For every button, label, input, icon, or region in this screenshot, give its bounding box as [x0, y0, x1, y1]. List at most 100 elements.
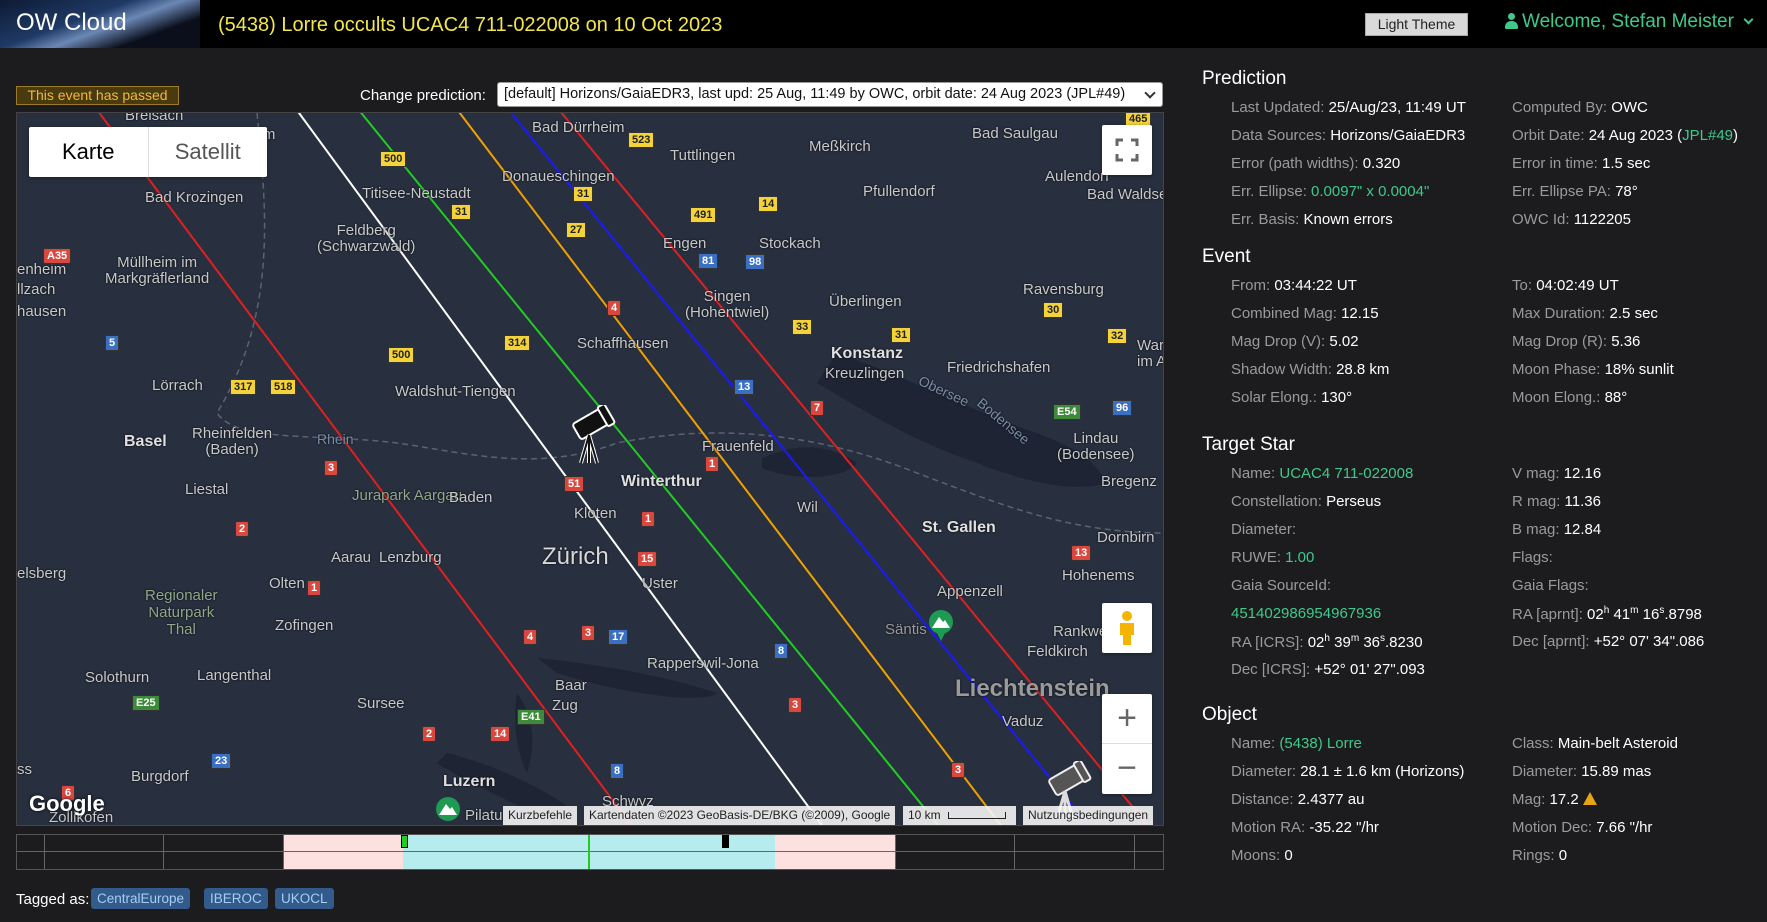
road-shield: 3: [951, 762, 966, 778]
street-view-pegman-button[interactable]: [1102, 603, 1152, 653]
moon-phase: Moon Phase: 18% sunlit: [1512, 361, 1674, 378]
error-ellipse: Err. Ellipse: 0.0097" x 0.0004": [1231, 183, 1430, 200]
user-menu[interactable]: Welcome, Stefan Meister: [1505, 11, 1754, 33]
warning-icon[interactable]: [1582, 792, 1597, 805]
timeline-axis: [17, 851, 1163, 852]
map-place: Waldshut-Tiengen: [395, 383, 516, 400]
jpl-link[interactable]: JPL#49: [1682, 127, 1733, 144]
occultation-map[interactable]: Breisach g im Bad Dürrheim Tuttlingen Me…: [16, 112, 1164, 826]
object-section-title: Object: [1202, 704, 1257, 725]
ra-apparent: RA [aprnt]: 02h 41m 16s.8798: [1512, 605, 1702, 623]
gaia-source-id-link[interactable]: 451402986954967936: [1231, 605, 1381, 622]
road-shield: 14: [490, 726, 511, 742]
prediction-section-title: Prediction: [1202, 68, 1287, 89]
star-name-link[interactable]: UCAC4 711-022008: [1279, 465, 1413, 482]
road-shield: 30: [1043, 302, 1064, 318]
event-timeline[interactable]: [16, 834, 1164, 870]
object-moons: Moons: 0: [1231, 847, 1293, 864]
light-theme-button[interactable]: Light Theme: [1365, 13, 1468, 36]
zoom-out-button[interactable]: −: [1102, 744, 1152, 794]
error-ellipse-link[interactable]: 0.0097" x 0.0004": [1311, 183, 1429, 200]
terms-of-use-link[interactable]: Nutzungsbedingungen: [1023, 806, 1154, 825]
telescope-icon[interactable]: [565, 405, 617, 465]
gaia-source-id-label: Gaia SourceId:: [1231, 577, 1332, 594]
timeline-error-zone: [283, 835, 403, 869]
timeline-divider: [283, 835, 284, 869]
road-shield: E41: [517, 709, 545, 725]
timeline-marker-green[interactable]: [401, 835, 408, 848]
road-shield: 3: [788, 697, 803, 713]
map-data-attribution[interactable]: Kartendaten ©2023 GeoBasis-DE/BKG (©2009…: [584, 806, 896, 825]
road-shield: 31: [891, 327, 912, 343]
road-shield: E54: [1053, 404, 1081, 420]
moon-elongation: Moon Elong.: 88°: [1512, 389, 1628, 406]
prediction-select[interactable]: [default] Horizons/GaiaEDR3, last upd: 2…: [497, 82, 1163, 107]
map-place: Pfullendorf: [863, 183, 935, 200]
tag-iberoc[interactable]: IBEROC: [204, 888, 268, 909]
pegman-icon: [1120, 611, 1134, 645]
star-v-mag: V mag: 12.16: [1512, 465, 1602, 482]
map-place: Engen: [663, 235, 707, 252]
road-shield: 51: [564, 476, 585, 492]
map-place: Langenthal: [197, 667, 272, 684]
map-place: Appenzell: [937, 583, 1003, 600]
change-prediction-label: Change prediction:: [360, 87, 486, 104]
tag-centraleurope[interactable]: CentralEurope: [91, 888, 191, 909]
map-place: Feldberg (Schwarzwald): [317, 222, 416, 255]
app-logo[interactable]: OW Cloud: [0, 0, 200, 48]
error-in-time: Error in time: 1.5 sec: [1512, 155, 1651, 172]
map-place: Lörrach: [152, 377, 203, 394]
map-place: Bregenz: [1101, 473, 1157, 490]
prediction-select-value: [default] Horizons/GaiaEDR3, last upd: 2…: [504, 86, 1126, 102]
map-place: Donaueschingen: [502, 168, 615, 185]
tag-ukocl[interactable]: UKOCL: [275, 888, 334, 909]
timeline-marker-black[interactable]: [722, 835, 729, 848]
zoom-in-button[interactable]: +: [1102, 694, 1152, 744]
object-class: Class: Main-belt Asteroid: [1512, 735, 1678, 752]
scale-bar: [948, 812, 1007, 819]
object-name-link[interactable]: (5438) Lorre: [1279, 735, 1362, 752]
map-type-map-button[interactable]: Karte: [29, 127, 149, 177]
map-type-satellite-button[interactable]: Satellit: [149, 127, 268, 177]
map-place: Baden: [449, 489, 493, 506]
map-place: Tuttlingen: [670, 147, 736, 164]
map-place: Müllheim im Markgräflerland: [105, 254, 210, 287]
star-flags: Flags:: [1512, 549, 1553, 566]
road-shield: 3: [324, 460, 339, 476]
map-place: Konstanz: [831, 345, 903, 362]
fullscreen-button[interactable]: [1102, 125, 1152, 175]
road-shield: 314: [504, 335, 531, 351]
event-from: From: 03:44:22 UT: [1231, 277, 1357, 294]
error-basis: Err. Basis: Known errors: [1231, 211, 1393, 228]
map-place: Kreuzlingen: [825, 365, 905, 382]
map-place: Bad Krozingen: [145, 189, 244, 206]
event-to: To: 04:02:49 UT: [1512, 277, 1619, 294]
timeline-divider: [1014, 835, 1015, 869]
event-passed-badge: This event has passed: [16, 86, 179, 105]
road-shield: 96: [1112, 400, 1133, 416]
orbit-date: Orbit Date: 24 Aug 2023 (JPL#49): [1512, 127, 1738, 144]
road-shield: 1: [307, 580, 322, 596]
mountain-peak-icon[interactable]: [434, 796, 462, 826]
keyboard-shortcuts-link[interactable]: Kurzbefehle: [503, 806, 578, 825]
road-shield: 98: [745, 254, 766, 270]
map-scale[interactable]: 10 km: [903, 806, 1016, 825]
map-place: Rankwe: [1053, 623, 1108, 640]
map-place: Dornbirn: [1097, 529, 1155, 546]
map-place: Liechtenstein: [955, 675, 1110, 702]
star-constellation: Constellation: Perseus: [1231, 493, 1382, 510]
mag-drop-v: Mag Drop (V): 5.02: [1231, 333, 1359, 350]
top-bar: OW Cloud (5438) Lorre occults UCAC4 711-…: [0, 0, 1767, 48]
mountain-peak-icon[interactable]: [927, 609, 955, 641]
event-title: (5438) Lorre occults UCAC4 711-022008 on…: [218, 14, 723, 36]
timeline-divider: [1134, 835, 1135, 869]
road-shield: 23: [211, 753, 232, 769]
timeline-divider: [895, 835, 896, 869]
map-place: ss: [17, 761, 32, 778]
user-icon: [1505, 13, 1518, 29]
star-diameter: Diameter:: [1231, 521, 1297, 538]
motion-ra: Motion RA: -35.22 "/hr: [1231, 819, 1379, 836]
computed-by: Computed By: OWC: [1512, 99, 1648, 116]
dec-apparent: Dec [aprnt]: +52° 07' 34".086: [1512, 633, 1705, 650]
timeline-divider: [163, 835, 164, 869]
